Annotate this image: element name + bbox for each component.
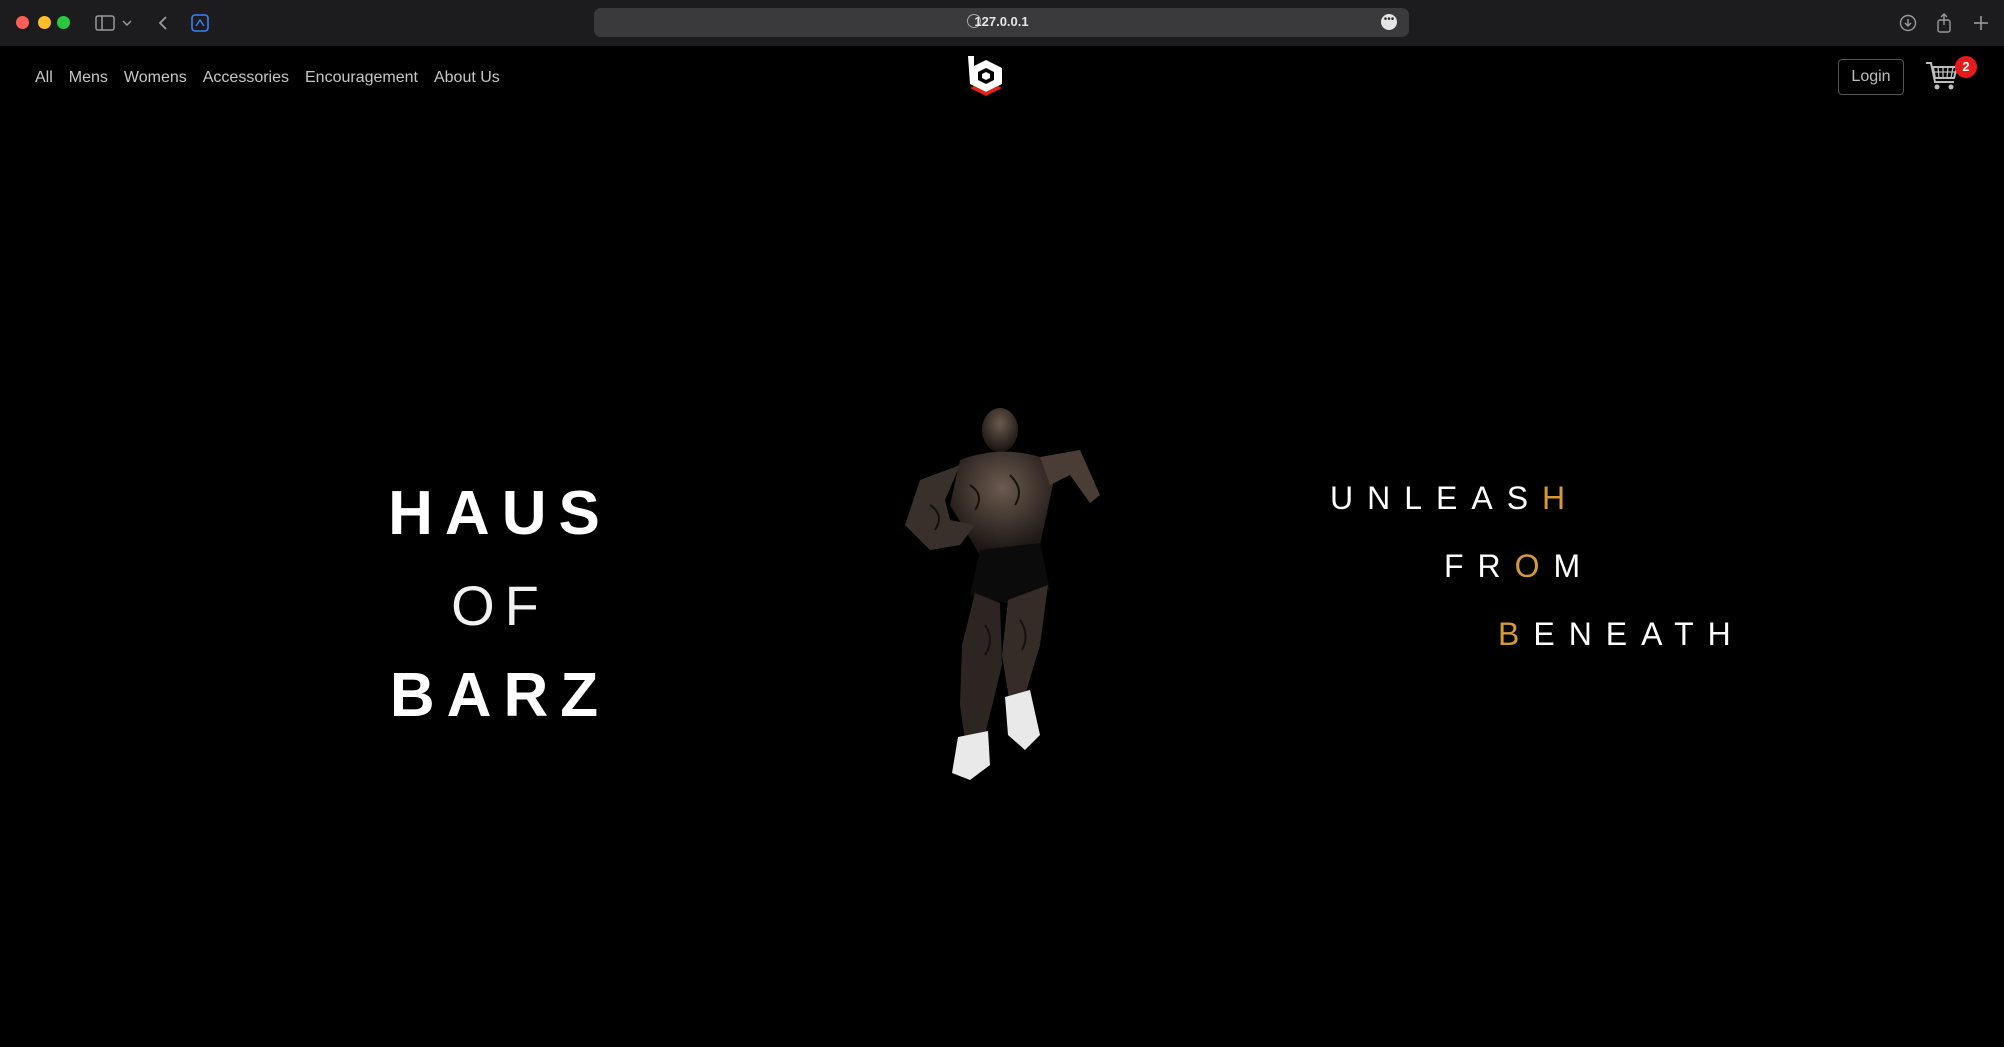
nav-link-mens[interactable]: Mens	[69, 69, 108, 87]
main-nav: All Mens Womens Accessories Encouragemen…	[35, 69, 500, 87]
nav-link-all[interactable]: All	[35, 69, 53, 87]
hero-athlete-image	[890, 405, 1130, 790]
cart-count-badge: 2	[1955, 56, 1977, 78]
tagline-line1-text: UNLEAS	[1330, 480, 1543, 516]
nav-link-accessories[interactable]: Accessories	[203, 69, 289, 87]
tagline-line3: BENEATH	[1498, 616, 1745, 653]
tagline-line2-accent: O	[1514, 548, 1554, 584]
tagline-line3-accent: B	[1498, 616, 1534, 652]
back-icon[interactable]	[150, 10, 176, 36]
tagline-line1: UNLEASH	[1330, 480, 1579, 517]
url-text: 127.0.0.1	[974, 14, 1029, 29]
tagline-line2-text: FR	[1444, 548, 1515, 584]
nav-link-encouragement[interactable]: Encouragement	[305, 69, 418, 87]
minimize-window-button[interactable]	[38, 16, 51, 29]
browser-toolbar: 127.0.0.1 •••	[0, 0, 2004, 46]
more-icon[interactable]: •••	[1381, 14, 1397, 30]
hero-title-line1: HAUS	[388, 479, 612, 548]
address-bar[interactable]: 127.0.0.1 •••	[594, 8, 1409, 37]
nav-link-womens[interactable]: Womens	[124, 69, 187, 87]
share-icon[interactable]	[1931, 10, 1957, 36]
download-icon[interactable]	[1895, 10, 1921, 36]
tagline-line1-accent: H	[1542, 480, 1580, 516]
logo-icon[interactable]	[962, 52, 1010, 100]
nav-link-about-us[interactable]: About Us	[434, 69, 500, 87]
hero-title-line2: OF	[451, 574, 549, 637]
plus-icon[interactable]	[1968, 10, 1994, 36]
close-window-button[interactable]	[16, 16, 29, 29]
zoom-window-button[interactable]	[57, 16, 70, 29]
tagline-line2-rest: M	[1553, 548, 1595, 584]
chevron-down-icon[interactable]	[119, 10, 135, 36]
tagline-line3-rest: ENEATH	[1533, 616, 1745, 652]
login-button[interactable]: Login	[1838, 59, 1904, 95]
tagline-line2: FROM	[1444, 548, 1594, 585]
hero-title-line3: BARZ	[389, 661, 611, 730]
tab-icon[interactable]	[187, 10, 213, 36]
sidebar-icon[interactable]	[92, 10, 118, 36]
